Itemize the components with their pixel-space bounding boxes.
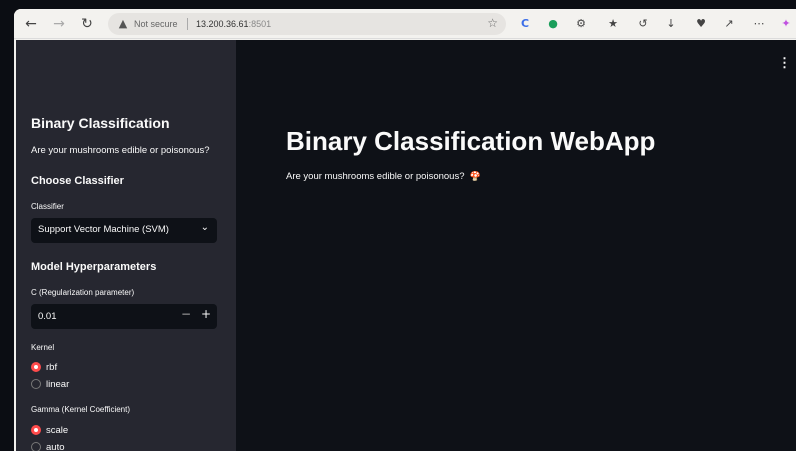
- share-icon[interactable]: ↗: [721, 16, 737, 32]
- address-bar[interactable]: ▲ Not secure 13.200.36.61:8501 ☆: [108, 13, 506, 35]
- gamma-label: Gamma (Kernel Coefficient): [31, 405, 130, 414]
- c-param-input[interactable]: 0.01 − +: [31, 304, 217, 329]
- c-param-value: 0.01: [38, 311, 57, 322]
- more-icon[interactable]: ⋯: [751, 16, 767, 32]
- sidebar-title: Binary Classification: [31, 115, 170, 131]
- reload-icon[interactable]: ↻: [78, 15, 96, 33]
- sidebar-subtitle: Are your mushrooms edible or poisonous?: [31, 145, 210, 156]
- history-icon[interactable]: ↺: [635, 16, 651, 32]
- url-port: :8501: [248, 19, 272, 29]
- kernel-option-label: linear: [46, 378, 70, 390]
- download-icon[interactable]: ↓: [663, 16, 679, 32]
- decrement-button[interactable]: −: [181, 307, 191, 321]
- url-text[interactable]: 13.200.36.61:8501: [196, 17, 271, 31]
- kernel-radio-rbf[interactable]: rbf: [31, 360, 57, 374]
- url-host: 13.200.36.61: [196, 19, 249, 29]
- chevron-down-icon: ⌄: [200, 222, 209, 233]
- mushroom-icon: 🍄: [469, 171, 481, 181]
- app-menu-icon[interactable]: ⋮: [778, 56, 791, 70]
- radio-selected-indicator[interactable]: [31, 362, 41, 372]
- browser-toolbar: ← → ↻ ▲ Not secure 13.200.36.61:8501 ☆ C…: [14, 9, 796, 39]
- performance-icon[interactable]: ♥: [693, 16, 709, 32]
- forward-icon[interactable]: →: [50, 15, 68, 33]
- choose-classifier-heading: Choose Classifier: [31, 175, 124, 187]
- extensions-puzzle-icon[interactable]: ⚙: [573, 16, 589, 32]
- classifier-value: Support Vector Machine (SVM): [38, 224, 169, 235]
- page-subtitle: Are your mushrooms edible or poisonous? 🍄: [286, 171, 481, 182]
- back-icon[interactable]: ←: [22, 15, 40, 33]
- page-title: Binary Classification WebApp: [286, 126, 656, 156]
- hyperparameters-heading: Model Hyperparameters: [31, 261, 157, 273]
- classifier-select[interactable]: Support Vector Machine (SVM) ⌄: [31, 218, 217, 243]
- kernel-label: Kernel: [31, 343, 55, 352]
- bookmark-star-icon[interactable]: ☆: [487, 16, 498, 30]
- increment-button[interactable]: +: [201, 307, 211, 321]
- c-param-label: C (Regularization parameter): [31, 288, 135, 297]
- main-content: ⋮ Binary Classification WebApp Are your …: [236, 40, 796, 451]
- gamma-radio-scale[interactable]: scale: [31, 423, 68, 437]
- copilot-icon[interactable]: ✦: [778, 16, 794, 32]
- gamma-radio-auto[interactable]: auto: [31, 440, 65, 451]
- browser-window: ← → ↻ ▲ Not secure 13.200.36.61:8501 ☆ C…: [14, 9, 796, 451]
- radio-indicator[interactable]: [31, 442, 41, 451]
- streamlit-app: Binary Classification Are your mushrooms…: [16, 40, 796, 451]
- radio-selected-indicator[interactable]: [31, 425, 41, 435]
- kernel-radio-linear[interactable]: linear: [31, 377, 69, 391]
- gamma-option-label: auto: [46, 441, 65, 451]
- security-label[interactable]: Not secure: [134, 17, 178, 31]
- address-divider: [187, 18, 188, 30]
- extension-c-icon[interactable]: C: [517, 16, 533, 32]
- radio-indicator[interactable]: [31, 379, 41, 389]
- classifier-label: Classifier: [31, 202, 64, 211]
- page-subtitle-text: Are your mushrooms edible or poisonous?: [286, 171, 465, 182]
- gamma-option-label: scale: [46, 424, 69, 436]
- sidebar: Binary Classification Are your mushrooms…: [16, 40, 236, 451]
- warning-icon[interactable]: ▲: [116, 17, 130, 31]
- favorites-icon[interactable]: ★: [605, 16, 621, 32]
- kernel-option-label: rbf: [46, 361, 58, 373]
- grammarly-icon[interactable]: ●: [545, 16, 561, 32]
